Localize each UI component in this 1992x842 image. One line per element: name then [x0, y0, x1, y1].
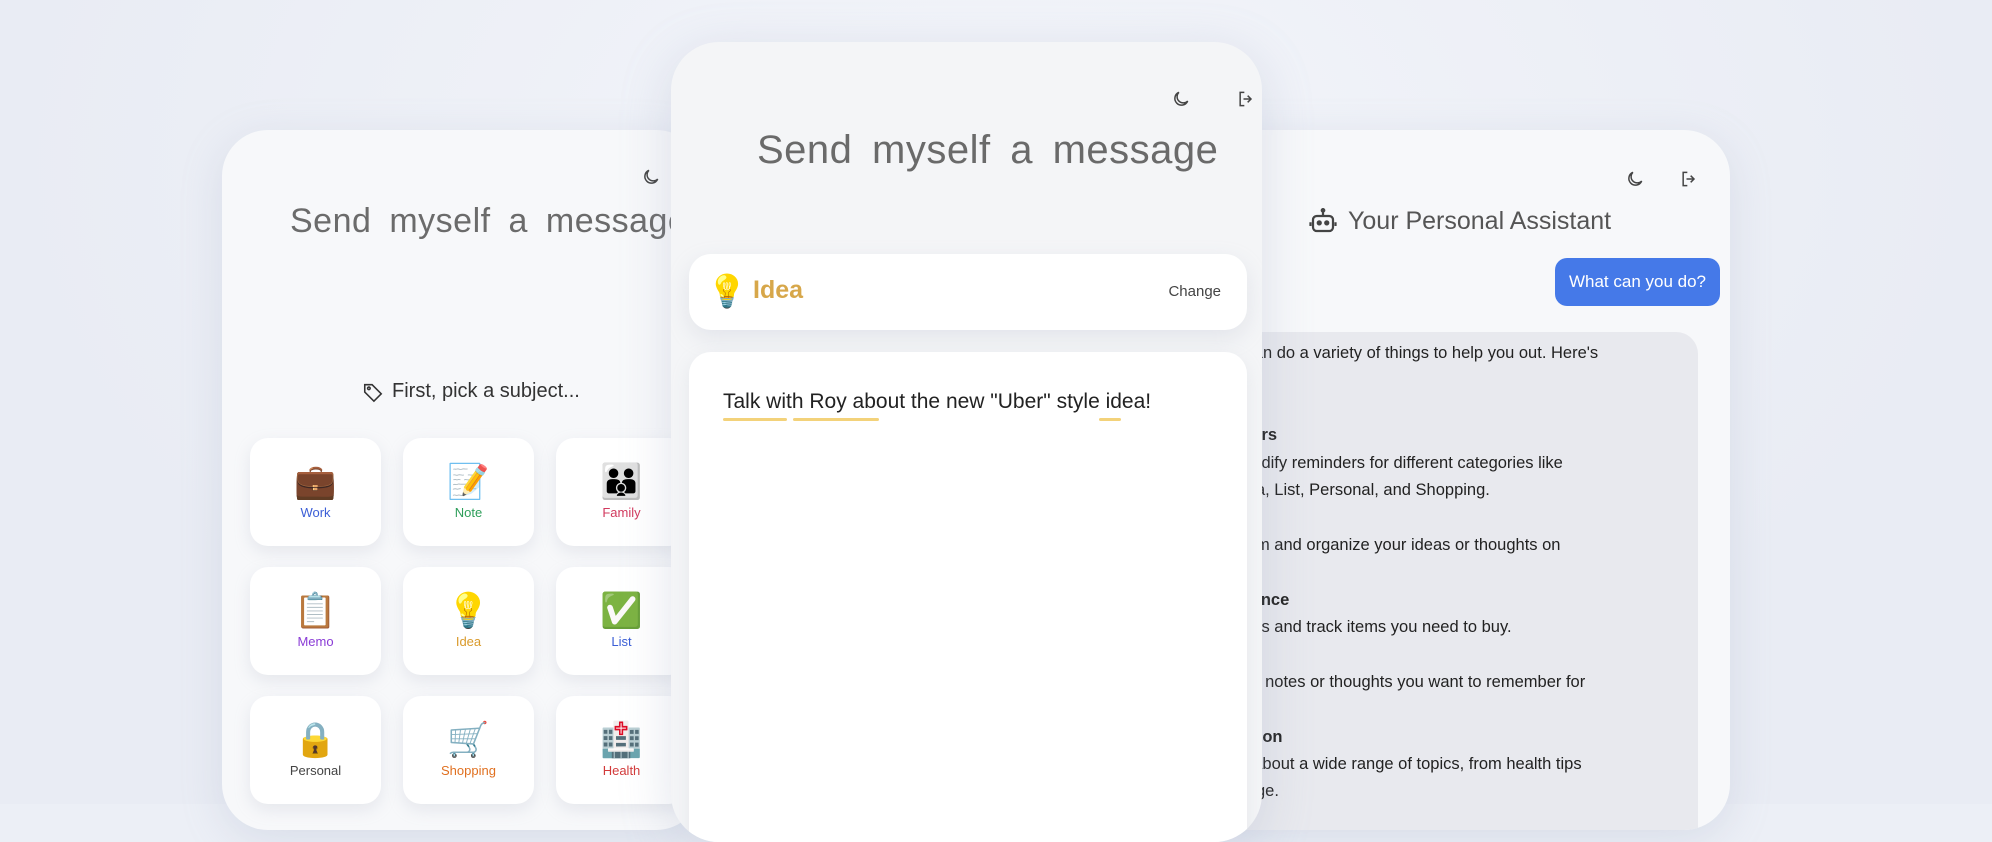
list-icon: ✅ — [600, 591, 643, 630]
reply-line: view, or modify reminders for different … — [1200, 453, 1563, 472]
assistant-title: Your Personal Assistant — [1348, 206, 1612, 235]
spellcheck-underline — [793, 418, 879, 421]
pick-subject-prompt: First, pick a subject... — [362, 380, 580, 403]
reply-line: ze Ideas — [1200, 504, 1698, 531]
subject-label: Idea — [455, 633, 482, 649]
assistant-reply-bubble: ely, Gil! I can do a variety of things t… — [1200, 332, 1698, 830]
selected-subject-name: Idea — [753, 276, 804, 304]
subject-tile-health[interactable]: 🏥 Health — [556, 696, 687, 804]
reply-line: ng Assistance — [1200, 587, 1698, 614]
logout-icon[interactable] — [1235, 88, 1257, 110]
reply-line: Memo, Idea, List, Personal, and Shopping… — [1200, 481, 1490, 500]
subject-tile-list[interactable]: ✅ List — [556, 567, 687, 675]
selected-subject-bar: 💡 Idea Change — [689, 254, 1247, 330]
family-icon: 👪 — [600, 462, 643, 501]
page-title: Send myself a message — [290, 202, 688, 240]
subject-label: Memo — [297, 633, 334, 649]
robot-icon — [1309, 208, 1337, 233]
subject-label: List — [611, 633, 632, 649]
assistant-header: Your Personal Assistant — [1308, 206, 1611, 236]
reply-line: al knowledge. — [1200, 778, 1698, 805]
page-title: Send myself a message — [757, 128, 1219, 172]
memo-icon: 📋 — [294, 591, 337, 630]
reply-line — [1200, 696, 1698, 723]
reply-line: Can Do: — [1200, 395, 1698, 422]
reply-line: questions about a wide range of topics, … — [1200, 755, 1582, 774]
compose-card: Send myself a message 💡 Idea Change Talk… — [671, 42, 1262, 842]
reply-line: e Reminders — [1200, 422, 1698, 449]
subject-tile-personal[interactable]: 🔒 Personal — [250, 696, 381, 804]
change-subject-button[interactable]: Change — [1168, 283, 1221, 300]
message-text[interactable]: Talk with Roy about the new "Uber" style… — [723, 390, 1151, 414]
moon-icon[interactable] — [1624, 168, 1646, 190]
assistant-reply-text: ely, Gil! I can do a variety of things t… — [1200, 340, 1698, 806]
tag-icon — [363, 383, 383, 402]
reply-line: n important notes or thoughts you want t… — [1200, 672, 1586, 691]
subject-grid: 💼 Work 📝 Note 👪 Family 📋 Memo 💡 Idea ✅ List 🔒 Persona… — [250, 438, 687, 804]
subject-label: Note — [454, 504, 483, 520]
moon-icon[interactable] — [1170, 88, 1192, 110]
lightbulb-icon: 💡 — [707, 273, 747, 309]
work-icon: 💼 — [294, 462, 337, 501]
subject-tile-memo[interactable]: 📋 Memo — [250, 567, 381, 675]
reply-line: hopping lists and track items you need t… — [1200, 618, 1512, 637]
subject-tile-work[interactable]: 💼 Work — [250, 438, 381, 546]
reply-line: . — [1200, 559, 1698, 586]
pick-subject-label: First, pick a subject... — [392, 380, 580, 402]
health-icon: 🏥 — [600, 720, 643, 759]
subject-label: Shopping — [441, 762, 496, 778]
reply-line: e Information — [1200, 724, 1698, 751]
spellcheck-underline — [1099, 418, 1121, 421]
reply-line: king — [1200, 641, 1698, 668]
subject-label: Work — [300, 504, 331, 520]
reply-line: overview: — [1200, 367, 1698, 394]
message-textarea[interactable]: Talk with Roy about the new "Uber" style… — [689, 352, 1247, 842]
subject-picker-card: Send myself a message First, pick a subj… — [222, 130, 702, 830]
logout-icon[interactable] — [1678, 168, 1700, 190]
personal-icon: 🔒 — [294, 720, 337, 759]
reply-line: ely, Gil! I can do a variety of things t… — [1200, 344, 1599, 362]
subject-tile-family[interactable]: 👪 Family — [556, 438, 687, 546]
subject-tile-idea[interactable]: 💡 Idea — [403, 567, 534, 675]
subject-label: Personal — [289, 762, 342, 778]
reply-line: u brainstorm and organize your ideas or … — [1200, 535, 1561, 554]
subject-label: Health — [602, 762, 641, 778]
moon-icon[interactable] — [640, 166, 662, 188]
note-icon: 📝 — [447, 462, 490, 501]
shopping-icon: 🛒 — [447, 720, 490, 759]
spellcheck-underline — [723, 418, 787, 421]
subject-tile-shopping[interactable]: 🛒 Shopping — [403, 696, 534, 804]
assistant-card: Your Personal Assistant What can you do?… — [1200, 130, 1730, 830]
idea-icon: 💡 — [447, 591, 490, 630]
user-message-bubble: What can you do? — [1554, 258, 1720, 306]
subject-tile-note[interactable]: 📝 Note — [403, 438, 534, 546]
subject-label: Family — [602, 504, 641, 520]
